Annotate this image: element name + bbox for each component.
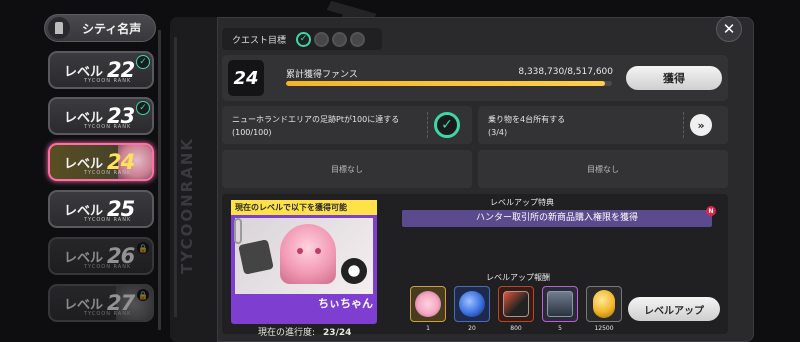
reward-count: 20 (468, 325, 476, 332)
goal-card-4: 目標なし (478, 150, 728, 188)
reward-character-card[interactable]: 現在のレベルで以下を獲得可能 ちぃちゃん (231, 200, 377, 324)
fans-progress-fill (286, 81, 606, 86)
fans-progress-bar (286, 81, 612, 86)
double-arrow-icon[interactable]: » (690, 114, 712, 136)
level-22-item[interactable]: レベル 22 TYCOON RANK ✓ (48, 51, 154, 89)
goal-text: 乗り物を4台所有する (488, 115, 566, 124)
divider (427, 112, 428, 138)
level-list-scrollbar[interactable] (158, 30, 161, 330)
fans-value: 8,338,730/8,517,600 (518, 67, 613, 77)
reward-count: 1 (426, 325, 430, 332)
character-portrait-icon (280, 224, 336, 284)
level-26-item[interactable]: レベル 26 TYCOON RANK 🔒 (48, 237, 154, 275)
reward-item-2[interactable]: 20 (454, 286, 490, 332)
level-23-item[interactable]: レベル 23 TYCOON RANK ✓ (48, 97, 154, 135)
empty-circle-icon (350, 31, 366, 47)
level-up-button[interactable]: レベルアップ (628, 297, 720, 321)
quest-goal-bar: クエスト目標 ✓ (222, 28, 382, 50)
card-pack-icon (503, 291, 529, 317)
tycoon-rank-text: TYCOON RANK (84, 78, 132, 84)
goal-progress: (3/4) (488, 128, 508, 137)
perk-item: ハンター取引所の新商品購入権限を獲得 (402, 210, 712, 227)
reward-count: 12500 (594, 325, 614, 332)
sidebar-stripe (174, 37, 177, 317)
level-label: レベル (64, 110, 104, 126)
goal-text: ニューホランドエリアの足跡Ptが100に達する (232, 115, 400, 124)
character-eye (297, 248, 303, 254)
reward-count: 5 (558, 325, 562, 332)
character-image (235, 218, 373, 294)
no-goal-text: 目標なし (587, 165, 619, 174)
reward-count: 800 (510, 325, 522, 332)
fans-label: 累計獲得ファンス (286, 70, 358, 80)
progress-value: 23/24 (323, 328, 352, 338)
level-label: レベル (64, 203, 104, 219)
reward-item-1[interactable]: 1 (410, 286, 446, 332)
current-progress: 現在の進行度: 23/24 (258, 325, 351, 338)
reward-item-4[interactable]: 5 (542, 286, 578, 332)
panel-sidebar: TYCOONRANK (170, 17, 218, 342)
tycoon-rank-text: TYCOON RANK (84, 170, 132, 176)
level-27-item[interactable]: レベル 27 TYCOON RANK 🔒 (48, 284, 154, 322)
level-label: レベル (64, 250, 104, 266)
character-name: ちぃちゃん (318, 297, 373, 310)
paperclip-icon (234, 218, 242, 244)
level-label: レベル (64, 156, 104, 172)
level-25-item[interactable]: レベル 25 TYCOON RANK (48, 190, 154, 228)
close-button[interactable]: ✕ (716, 16, 742, 42)
blue-orb-icon (459, 291, 485, 317)
rewards-title: レベルアップ報酬 (486, 273, 550, 282)
reward-item-5[interactable]: 12500 (586, 286, 622, 332)
level-24-item[interactable]: レベル 24 TYCOON RANK (48, 143, 154, 181)
quest-goal-label: クエスト目標 (232, 35, 287, 46)
sidebar-vertical-title: TYCOONRANK (178, 137, 196, 274)
character-eye (315, 248, 321, 254)
goal-card-2: 乗り物を4台所有する (3/4) » (478, 106, 728, 144)
goal-card-1: ニューホランドエリアの足跡Ptが100に達する (100/100) ✓ (222, 106, 472, 144)
city-icon (48, 17, 70, 39)
goal-card-3: 目標なし (222, 150, 472, 188)
city-fame-title: シティ名声 (82, 21, 142, 36)
empty-circle-icon (314, 31, 330, 47)
lock-icon: 🔒 (137, 289, 149, 301)
check-icon: ✓ (136, 55, 150, 69)
character-portrait-icon (415, 291, 441, 317)
tycoon-rank-text: TYCOON RANK (84, 124, 132, 130)
obtain-button[interactable]: 獲得 (626, 66, 722, 90)
crate-icon (547, 291, 573, 317)
city-fame-tab[interactable]: シティ名声 (44, 14, 156, 42)
check-icon: ✓ (136, 101, 150, 115)
level-label: レベル (64, 297, 104, 313)
gold-coin-icon (593, 290, 615, 318)
level-label: レベル (64, 64, 104, 80)
divider (683, 112, 684, 138)
goal-progress: (100/100) (232, 128, 272, 137)
reward-item-3[interactable]: 800 (498, 286, 534, 332)
check-icon: ✓ (296, 31, 312, 47)
tycoon-rank-text: TYCOON RANK (84, 264, 132, 270)
check-icon: ✓ (434, 112, 460, 138)
no-goal-text: 目標なし (331, 165, 363, 174)
decoration-icon (238, 239, 274, 275)
tycoon-rank-text: TYCOON RANK (84, 217, 132, 223)
empty-circle-icon (332, 31, 348, 47)
progress-label: 現在の進行度: (258, 328, 316, 338)
lock-icon: 🔒 (137, 242, 149, 254)
perk-title: レベルアップ特典 (490, 198, 554, 207)
new-badge: N (706, 206, 716, 216)
current-level-box: 24 (228, 60, 264, 96)
tycoon-rank-text: TYCOON RANK (84, 311, 132, 317)
